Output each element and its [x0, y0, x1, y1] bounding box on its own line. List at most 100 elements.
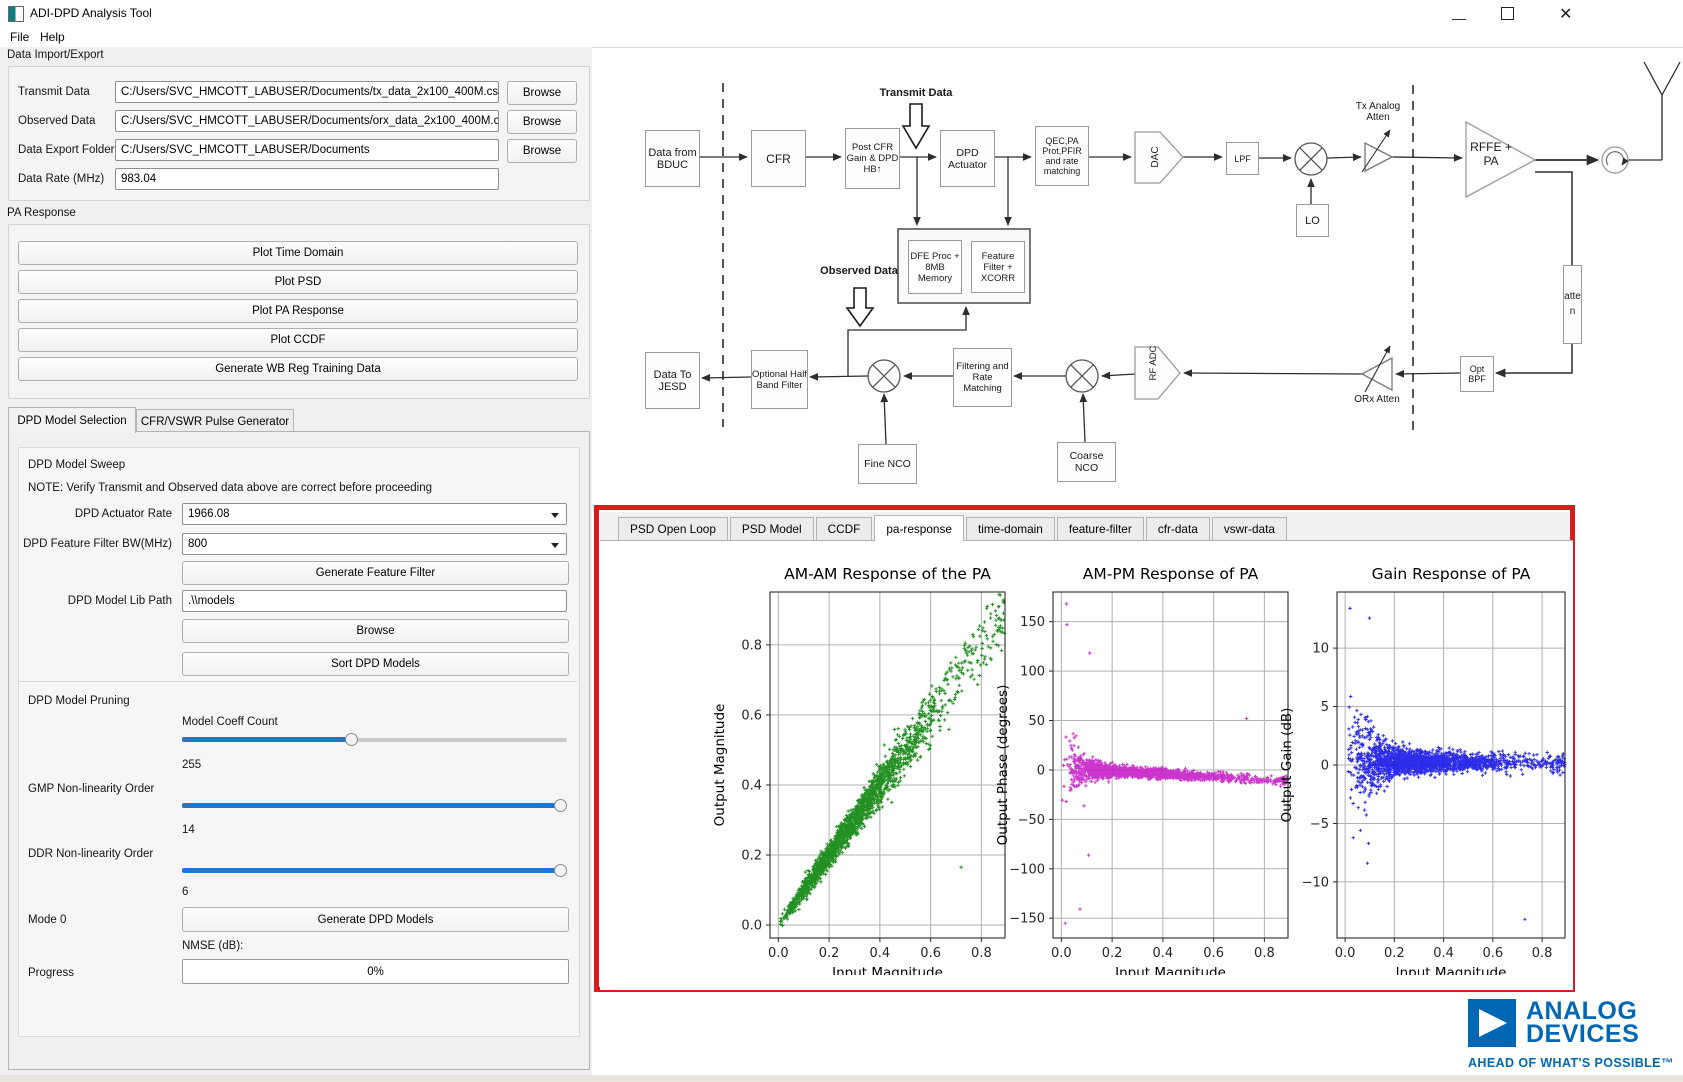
transmit-data-label: Transmit Data — [18, 82, 90, 102]
tab-ccdf[interactable]: CCDF — [816, 517, 873, 541]
block-fine-nco: Fine NCO — [858, 444, 917, 484]
close-button[interactable]: ✕ — [1559, 4, 1572, 24]
tab-cfr-vswr[interactable]: CFR/VSWR Pulse Generator — [136, 409, 294, 433]
observed-data-label: Observed Data — [18, 111, 95, 131]
menu-help[interactable]: Help — [40, 30, 65, 44]
gmp-order-slider[interactable] — [182, 799, 567, 812]
app-icon — [8, 6, 24, 22]
slider-fill — [182, 737, 351, 742]
feature-bw-combobox[interactable]: 800 — [182, 533, 567, 555]
slider-fill — [182, 803, 561, 808]
gmp-order-value: 14 — [182, 820, 195, 840]
slider-handle[interactable] — [345, 733, 358, 746]
tx-analog-atten-label: Tx Analog Atten — [1348, 98, 1408, 126]
svg-text:0: 0 — [1037, 763, 1045, 778]
svg-text:0.2: 0.2 — [1102, 946, 1123, 961]
block-dac-label: DAC — [1148, 137, 1162, 177]
coeff-count-slider[interactable] — [182, 733, 567, 746]
dpd-note: NOTE: Verify Transmit and Observed data … — [28, 478, 432, 498]
minimize-button[interactable]: — — [1452, 10, 1466, 26]
svg-text:0.0: 0.0 — [741, 919, 762, 934]
coeff-count-label: Model Coeff Count — [182, 712, 278, 732]
block-opt-bpf: Opt BPF — [1460, 356, 1494, 392]
svg-text:0.6: 0.6 — [1483, 946, 1504, 961]
svg-text:0.4: 0.4 — [870, 946, 891, 961]
slider-handle[interactable] — [554, 799, 567, 812]
tab-psd-model[interactable]: PSD Model — [730, 517, 814, 541]
svg-text:10: 10 — [1312, 642, 1329, 657]
plot-time-domain-button[interactable]: Plot Time Domain — [18, 241, 578, 265]
block-lpf: LPF — [1226, 142, 1259, 175]
feature-bw-label: DPD Feature Filter BW(MHz) — [18, 534, 172, 554]
tab-pa-response[interactable]: pa-response — [874, 515, 964, 541]
chart-am-pm: 0.00.20.40.60.8−150−100−50050100150AM-PM… — [985, 555, 1305, 975]
lib-path-input[interactable]: .\\models — [182, 590, 567, 612]
signal-chain-diagram — [590, 30, 1683, 505]
observed-data-input[interactable]: C:/Users/SVC_HMCOTT_LABUSER/Documents/or… — [115, 110, 499, 132]
data-rate-label: Data Rate (MHz) — [18, 169, 104, 189]
nmse-label: NMSE (dB): — [182, 936, 243, 956]
transmit-browse-button[interactable]: Browse — [507, 81, 577, 105]
svg-text:0.6: 0.6 — [920, 946, 941, 961]
block-data-to-jesd: Data To JESD — [645, 352, 700, 409]
svg-text:0.2: 0.2 — [1384, 946, 1405, 961]
svg-text:Output Phase (degrees): Output Phase (degrees) — [995, 685, 1011, 846]
block-rffe-pa-label: RFFE + PA — [1468, 134, 1514, 174]
transmit-data-flow-label: Transmit Data — [856, 86, 976, 100]
tab-feature-filter[interactable]: feature-filter — [1057, 517, 1144, 541]
actuator-rate-combobox[interactable]: 1966.08 — [182, 503, 567, 525]
export-folder-label: Data Export Folder — [18, 140, 115, 160]
section-data-import: Data Import/Export — [7, 49, 104, 61]
svg-text:Input Magnitude: Input Magnitude — [1115, 965, 1226, 975]
tab-vswr-data[interactable]: vswr-data — [1212, 517, 1287, 541]
svg-text:AM-PM Response of PA: AM-PM Response of PA — [1083, 565, 1259, 583]
ddr-order-slider[interactable] — [182, 864, 567, 877]
svg-text:−50: −50 — [1018, 813, 1045, 828]
generate-wb-reg-button[interactable]: Generate WB Reg Training Data — [18, 357, 578, 381]
block-dfe-proc: DFE Proc + 8MB Memory — [908, 240, 962, 294]
progress-bar: 0% — [182, 959, 569, 984]
analog-devices-logo-icon — [1468, 999, 1516, 1047]
sort-dpd-models-button[interactable]: Sort DPD Models — [182, 652, 569, 676]
generate-dpd-models-button[interactable]: Generate DPD Models — [182, 907, 569, 932]
tab-dpd-model-selection[interactable]: DPD Model Selection — [8, 407, 136, 433]
logo-tagline: AHEAD OF WHAT'S POSSIBLE™ — [1468, 1056, 1674, 1070]
block-rf-adc-label: RF ADC — [1146, 343, 1160, 383]
block-data-from-bduc: Data from BDUC — [645, 130, 700, 187]
data-rate-input[interactable]: 983.04 — [115, 168, 499, 190]
lib-browse-button[interactable]: Browse — [182, 619, 569, 643]
tab-psd-open-loop[interactable]: PSD Open Loop — [618, 517, 728, 541]
slider-handle[interactable] — [554, 864, 567, 877]
ddr-order-value: 6 — [182, 882, 188, 902]
slider-fill — [182, 868, 561, 873]
menu-file[interactable]: File — [10, 30, 29, 44]
svg-text:0.8: 0.8 — [1532, 946, 1553, 961]
svg-text:−10: −10 — [1302, 875, 1329, 890]
generate-feature-filter-button[interactable]: Generate Feature Filter — [182, 561, 569, 585]
observed-browse-button[interactable]: Browse — [507, 110, 577, 134]
export-folder-input[interactable]: C:/Users/SVC_HMCOTT_LABUSER/Documents — [115, 139, 499, 161]
title-bar: ADI-DPD Analysis Tool — ✕ — [0, 0, 1683, 26]
svg-text:0.0: 0.0 — [1051, 946, 1072, 961]
svg-text:0: 0 — [1321, 759, 1329, 774]
svg-text:Gain Response of PA: Gain Response of PA — [1372, 565, 1531, 583]
plot-tab-bar: PSD Open Loop PSD Model CCDF pa-response… — [600, 512, 1569, 541]
transmit-data-input[interactable]: C:/Users/SVC_HMCOTT_LABUSER/Documents/tx… — [115, 81, 499, 103]
svg-text:0.2: 0.2 — [741, 849, 762, 864]
maximize-button[interactable] — [1501, 7, 1514, 20]
export-browse-button[interactable]: Browse — [507, 139, 577, 163]
tab-time-domain[interactable]: time-domain — [966, 517, 1055, 541]
plot-psd-button[interactable]: Plot PSD — [18, 270, 578, 294]
tab-cfr-data[interactable]: cfr-data — [1146, 517, 1210, 541]
svg-text:−5: −5 — [1310, 817, 1329, 832]
window-bottom-edge — [0, 1075, 1683, 1082]
chart-am-am: 0.00.20.40.60.80.00.20.40.60.8AM-AM Resp… — [700, 555, 1020, 975]
svg-text:0.4: 0.4 — [741, 778, 762, 793]
plot-pa-response-button[interactable]: Plot PA Response — [18, 299, 578, 323]
svg-text:−100: −100 — [1009, 862, 1045, 877]
observed-data-flow-label: Observed Data — [799, 264, 919, 278]
divider — [19, 681, 577, 682]
svg-text:Input Magnitude: Input Magnitude — [1396, 965, 1507, 975]
plot-ccdf-button[interactable]: Plot CCDF — [18, 328, 578, 352]
block-atten: atten — [1563, 265, 1582, 344]
